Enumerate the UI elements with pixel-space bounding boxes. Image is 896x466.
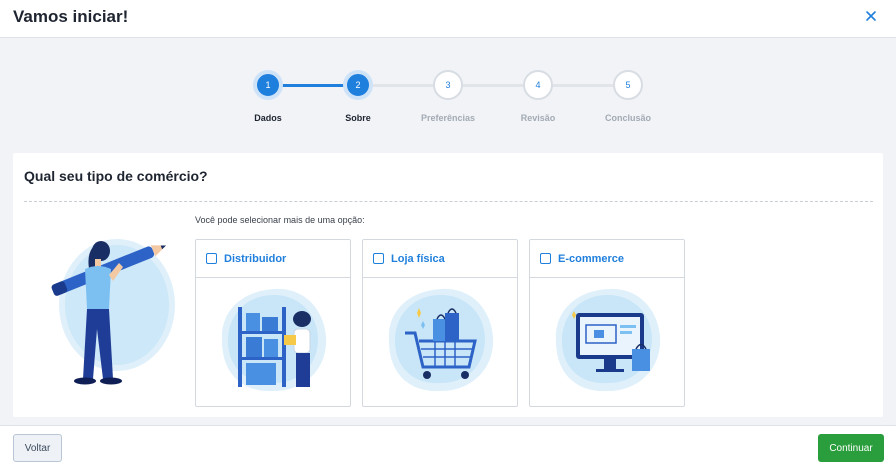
progress-stepper: 1 Dados 2 Sobre 3 Preferências 4 Revisão… xyxy=(0,70,896,130)
online-store-illustration xyxy=(555,288,661,392)
option-header: E-commerce xyxy=(530,240,684,278)
warehouse-illustration xyxy=(221,288,327,392)
step-circle: 3 xyxy=(433,70,463,100)
continue-button[interactable]: Continuar xyxy=(818,434,884,462)
dashed-divider xyxy=(24,201,873,202)
option-label: E-commerce xyxy=(558,252,625,265)
step-label: Dados xyxy=(254,113,282,123)
section-title: Qual seu tipo de comércio? xyxy=(24,168,208,184)
modal-footer: Voltar Continuar xyxy=(0,425,896,466)
step-label: Preferências xyxy=(420,113,476,123)
step-conclusao[interactable]: 5 Conclusão xyxy=(583,70,673,123)
option-header: Loja física xyxy=(363,240,517,278)
back-button[interactable]: Voltar xyxy=(13,434,62,462)
option-e-commerce[interactable]: E-commerce xyxy=(529,239,685,407)
step-sobre[interactable]: 2 Sobre xyxy=(313,70,403,123)
multi-select-hint: Você pode selecionar mais de uma opção: xyxy=(195,215,365,225)
step-circle: 1 xyxy=(253,70,283,100)
option-label: Loja física xyxy=(391,252,445,265)
option-distribuidor[interactable]: Distribuidor xyxy=(195,239,351,407)
distribuidor-checkbox[interactable] xyxy=(206,253,217,264)
step-circle: 2 xyxy=(343,70,373,100)
close-icon[interactable] xyxy=(864,9,878,23)
step-circle: 4 xyxy=(523,70,553,100)
option-loja-fisica[interactable]: Loja física xyxy=(362,239,518,407)
step-preferencias[interactable]: 3 Preferências xyxy=(403,70,493,123)
step-label: Conclusão xyxy=(604,113,651,123)
step-circle: 5 xyxy=(613,70,643,100)
step-label: Sobre xyxy=(345,113,371,123)
modal-header: Vamos iniciar! xyxy=(0,0,896,38)
step-label: Revisão xyxy=(520,113,556,123)
option-header: Distribuidor xyxy=(196,240,350,278)
business-type-card: Qual seu tipo de comércio? Você pode sel… xyxy=(13,153,883,417)
shopping-cart-illustration xyxy=(388,288,494,392)
modal-title: Vamos iniciar! xyxy=(13,7,129,26)
step-dados[interactable]: 1 Dados xyxy=(223,70,313,123)
loja-fisica-checkbox[interactable] xyxy=(373,253,384,264)
person-with-pencil-illustration xyxy=(51,239,175,385)
step-revisao[interactable]: 4 Revisão xyxy=(493,70,583,123)
option-label: Distribuidor xyxy=(224,252,287,265)
e-commerce-checkbox[interactable] xyxy=(540,253,551,264)
